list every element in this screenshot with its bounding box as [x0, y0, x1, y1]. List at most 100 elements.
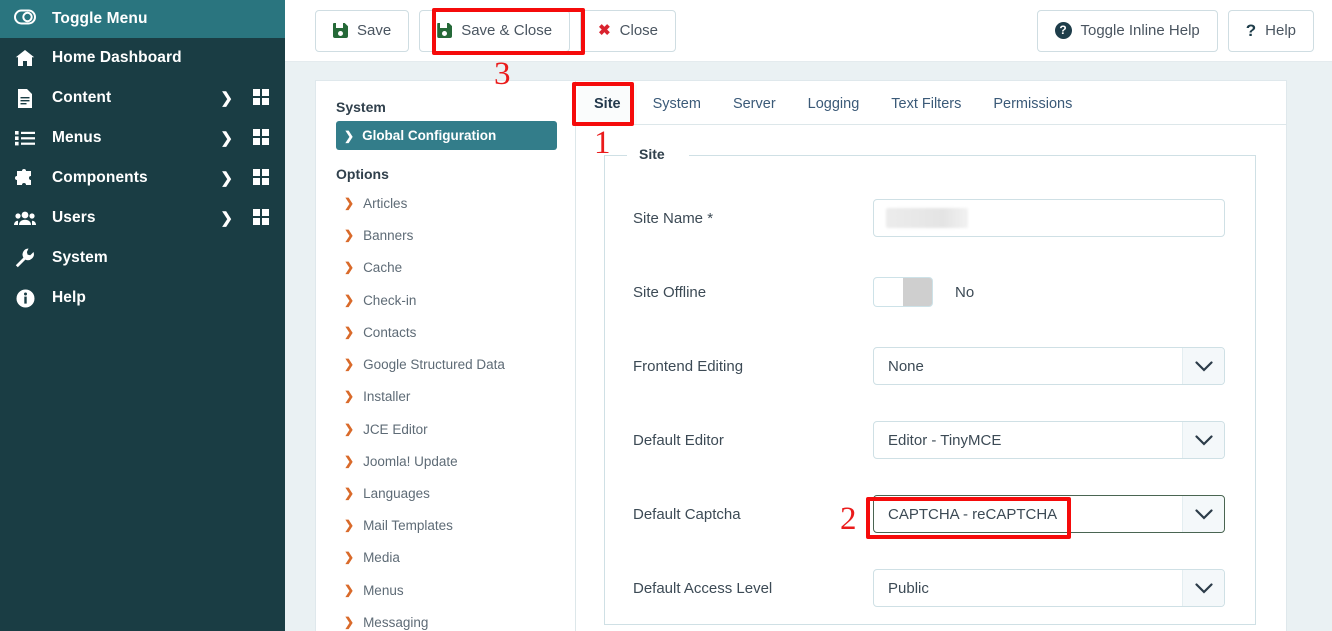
default-access-level-selected-value: Public: [888, 579, 929, 597]
sidebar-item-label: Menus: [52, 129, 102, 146]
help-button[interactable]: ? Help: [1227, 9, 1314, 52]
chevron-right-icon: ❯: [344, 260, 355, 275]
side-nav-option-item[interactable]: ❯ Installer: [336, 381, 557, 413]
sidebar-item-home-dashboard[interactable]: Home Dashboard: [0, 38, 285, 78]
chevron-down-icon[interactable]: [1182, 348, 1224, 384]
tab-server[interactable]: Server: [717, 85, 792, 124]
chevron-down-icon[interactable]: [1182, 422, 1224, 458]
chevron-right-icon: ❯: [344, 453, 355, 468]
tab-logging[interactable]: Logging: [792, 85, 876, 124]
question-circle-icon: ?: [1054, 22, 1072, 39]
side-nav-option-label: Installer: [363, 389, 411, 405]
side-nav-option-item[interactable]: ❯ Contacts: [336, 317, 557, 349]
close-button[interactable]: ✖ Close: [580, 9, 677, 52]
side-nav-option-label: Cache: [363, 260, 403, 276]
chevron-down-icon[interactable]: [1182, 496, 1224, 532]
chevron-down-icon[interactable]: [1182, 570, 1224, 606]
side-nav-option-item[interactable]: ❯ Cache: [336, 252, 557, 284]
toggle-menu-label: Toggle Menu: [52, 10, 148, 27]
side-nav-options-list: ❯ Articles ❯ Banners ❯ Cache ❯ Check-in ❯ Contact…: [336, 188, 557, 631]
side-nav-option-item[interactable]: ❯ Messaging: [336, 607, 557, 631]
chevron-right-icon[interactable]: ❯: [220, 211, 233, 226]
site-fieldset: Site Site Name * Site Offline No Frontend E…: [604, 146, 1256, 625]
content-panel: System ❯ Global Configuration Options ❯ A…: [315, 80, 1287, 631]
side-nav-option-item[interactable]: ❯ Joomla! Update: [336, 446, 557, 478]
site-offline-toggle[interactable]: [873, 277, 933, 307]
site-name-input[interactable]: [873, 199, 1225, 237]
chevron-right-icon: ❯: [344, 550, 355, 565]
grid-icon[interactable]: [253, 169, 271, 187]
redacted-value: [886, 208, 968, 228]
sidebar-item-components[interactable]: Components ❯: [0, 158, 285, 198]
default-captcha-select[interactable]: CAPTCHA - reCAPTCHA: [873, 495, 1225, 533]
side-nav-option-item[interactable]: ❯ Check-in: [336, 285, 557, 317]
chevron-right-icon: ❯: [344, 421, 355, 436]
side-nav-options-heading: Options: [336, 166, 389, 182]
home-icon: [14, 49, 36, 67]
document-icon: [14, 88, 36, 108]
side-nav-option-item[interactable]: ❯ Mail Templates: [336, 510, 557, 542]
side-nav-option-label: Media: [363, 550, 400, 566]
side-nav-active-label: Global Configuration: [362, 128, 497, 143]
side-nav-system-heading: System: [336, 99, 386, 115]
info-icon: [14, 289, 36, 308]
sidebar-item-system[interactable]: System: [0, 238, 285, 278]
side-nav-option-item[interactable]: ❯ JCE Editor: [336, 414, 557, 446]
default-access-level-select[interactable]: Public: [873, 569, 1225, 607]
form-row-default-editor: Default Editor Editor - TinyMCE: [605, 403, 1255, 477]
side-nav-item-global-configuration[interactable]: ❯ Global Configuration: [336, 121, 557, 150]
sidebar-item-content[interactable]: Content ❯: [0, 78, 285, 118]
save-and-close-button-label: Save & Close: [461, 22, 553, 39]
save-button-label: Save: [357, 22, 392, 39]
chevron-right-icon[interactable]: ❯: [220, 91, 233, 106]
sidebar-item-users[interactable]: Users ❯: [0, 198, 285, 238]
chevron-right-icon[interactable]: ❯: [220, 131, 233, 146]
side-nav-option-label: Check-in: [363, 292, 417, 308]
form-row-default-captcha: Default Captcha CAPTCHA - reCAPTCHA: [605, 477, 1255, 551]
side-nav-option-item[interactable]: ❯ Banners: [336, 220, 557, 252]
close-icon: ✖: [598, 22, 611, 39]
side-nav-option-item[interactable]: ❯ Languages: [336, 478, 557, 510]
tab-permissions[interactable]: Permissions: [977, 85, 1088, 124]
tab-system[interactable]: System: [637, 85, 717, 124]
frontend-editing-select[interactable]: None: [873, 347, 1225, 385]
toggle-inline-help-label: Toggle Inline Help: [1080, 22, 1200, 39]
form-row-default-access-level: Default Access Level Public: [605, 551, 1255, 625]
toggle-inline-help-button[interactable]: ? Toggle Inline Help: [1036, 9, 1218, 52]
side-nav-option-label: Mail Templates: [363, 518, 453, 534]
grid-icon[interactable]: [253, 129, 271, 147]
chevron-right-icon: ❯: [344, 292, 355, 307]
save-icon: [437, 23, 453, 38]
side-nav-option-item[interactable]: ❯ Articles: [336, 188, 557, 220]
sidebar-item-label: Help: [52, 289, 86, 306]
puzzle-icon: [14, 169, 36, 187]
grid-icon[interactable]: [253, 89, 271, 107]
list-icon: [14, 130, 36, 146]
frontend-editing-selected-value: None: [888, 357, 924, 375]
default-captcha-label: Default Captcha: [633, 505, 741, 523]
default-editor-label: Default Editor: [633, 431, 724, 449]
side-nav-option-label: Languages: [363, 485, 430, 501]
side-nav-option-item[interactable]: ❯ Menus: [336, 575, 557, 607]
side-nav-option-item[interactable]: ❯ Google Structured Data: [336, 349, 557, 381]
chevron-right-icon[interactable]: ❯: [220, 171, 233, 186]
grid-icon[interactable]: [253, 209, 271, 227]
default-access-level-control: Public: [873, 569, 1225, 607]
save-and-close-button[interactable]: Save & Close: [419, 9, 571, 52]
default-editor-select[interactable]: Editor - TinyMCE: [873, 421, 1225, 459]
form-row-site-offline: Site Offline No: [605, 255, 1255, 329]
toggle-knob: [874, 278, 903, 306]
main-area: Save Save & Close ✖ Close ? Toggle Inlin…: [285, 0, 1332, 631]
close-button-label: Close: [619, 22, 659, 39]
sidebar-item-help[interactable]: Help: [0, 278, 285, 318]
wrench-icon: [14, 248, 36, 268]
side-nav-option-item[interactable]: ❯ Media: [336, 542, 557, 574]
toggle-menu-button[interactable]: Toggle Menu: [0, 0, 285, 38]
save-button[interactable]: Save: [315, 9, 410, 52]
site-fieldset-legend: Site: [633, 146, 671, 162]
sidebar-item-menus[interactable]: Menus ❯: [0, 118, 285, 158]
tab-site[interactable]: Site: [578, 85, 637, 124]
tab-text-filters[interactable]: Text Filters: [875, 85, 977, 124]
side-nav-option-label: Articles: [363, 196, 408, 211]
chevron-right-icon: ❯: [344, 324, 355, 339]
